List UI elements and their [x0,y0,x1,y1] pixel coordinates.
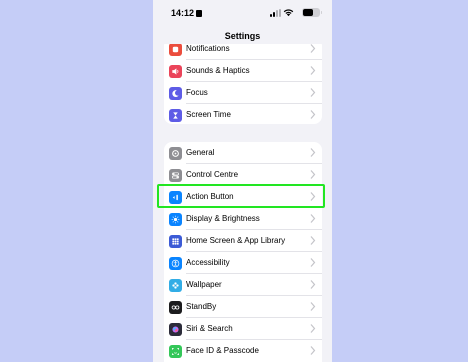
action-button-highlight [157,184,325,208]
row-label: Focus [186,88,208,97]
row-label: Siri & Search [186,324,233,333]
grid-icon [169,235,182,248]
chevron-right-icon [310,214,316,223]
row-label: Screen Time [186,110,231,119]
chevron-right-icon [310,302,316,311]
row-label: Sounds & Haptics [186,66,250,75]
hourglass-icon [169,109,182,122]
row-focus[interactable]: Focus [164,82,322,104]
id-badge-icon [196,10,203,17]
siri-icon [169,323,182,336]
row-label: Accessibility [186,258,230,267]
bell-icon [169,43,182,56]
chevron-right-icon [310,280,316,289]
gear-icon [169,147,182,160]
status-bar: 14:12 [153,0,332,26]
chevron-right-icon [310,346,316,355]
row-label: General [186,148,215,157]
chevron-right-icon [310,236,316,245]
chevron-right-icon [310,324,316,333]
row-home-screen-app-library[interactable]: Home Screen & App Library [164,230,322,252]
phone-screen: 14:12 Settings Notifica [153,0,332,362]
row-accessibility[interactable]: Accessibility [164,252,322,274]
chevron-right-icon [310,170,316,179]
row-screen-time[interactable]: Screen Time [164,104,322,124]
chevron-right-icon [310,110,316,119]
row-label: Control Centre [186,170,239,179]
row-label: Home Screen & App Library [186,236,286,245]
status-icons [260,8,322,18]
chevron-right-icon [310,44,316,53]
title-bar-background: Settings [153,26,332,44]
standby-icon [169,301,182,314]
status-time: 14:12 [171,8,203,18]
flower-icon [169,279,182,292]
nav-title: Settings [224,31,261,41]
row-label: StandBy [186,302,217,311]
wifi-icon [283,9,294,17]
chevron-right-icon [310,66,316,75]
chevron-right-icon [310,258,316,267]
row-label: Display & Brightness [186,214,260,223]
speaker-icon [169,65,182,78]
settings-group-general: General Control Centre Action Button Dis… [164,142,322,362]
row-control-centre[interactable]: Control Centre [164,164,322,186]
settings-group-notifications: Notifications Sounds & Haptics Focus Scr… [164,38,322,124]
sun-icon [169,213,182,226]
row-wallpaper[interactable]: Wallpaper [164,274,322,296]
row-siri-search[interactable]: Siri & Search [164,318,322,340]
battery-icon [302,8,322,17]
row-label: Face ID & Passcode [186,346,259,355]
row-sounds-haptics[interactable]: Sounds & Haptics [164,60,322,82]
row-label: Notifications [186,44,230,53]
row-label: Wallpaper [186,280,222,289]
moon-icon [169,87,182,100]
cellular-signal-icon [270,9,281,17]
toggles-icon [169,169,182,182]
row-display-brightness[interactable]: Display & Brightness [164,208,322,230]
chevron-right-icon [310,88,316,97]
row-general[interactable]: General [164,142,322,164]
face-id-icon [169,345,182,358]
chevron-right-icon [310,148,316,157]
row-face-id-passcode[interactable]: Face ID & Passcode [164,340,322,362]
accessibility-icon [169,257,182,270]
row-standby[interactable]: StandBy [164,296,322,318]
